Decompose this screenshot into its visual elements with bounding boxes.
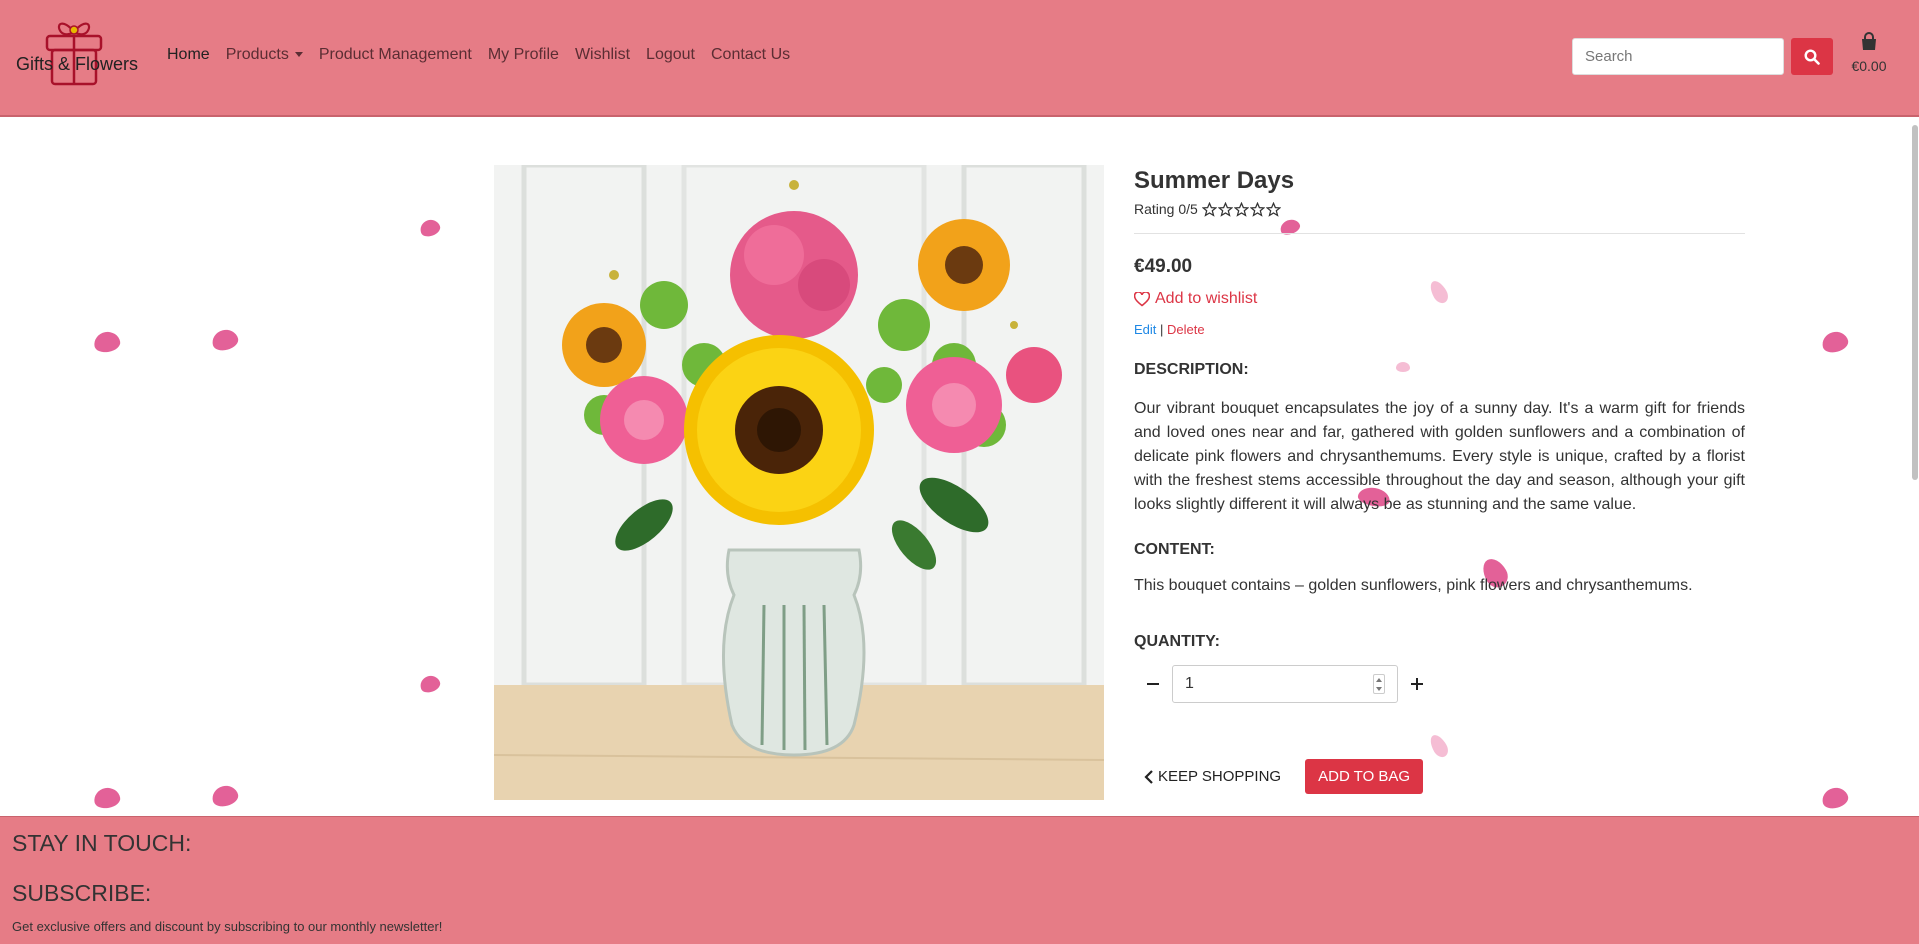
caret-down-icon: [294, 52, 303, 58]
quantity-input[interactable]: 1: [1172, 665, 1398, 703]
rating-label: Rating 0/5: [1134, 201, 1198, 217]
keep-shopping-button[interactable]: KEEP SHOPPING: [1134, 760, 1291, 793]
admin-separator: |: [1160, 322, 1164, 337]
product-rating: Rating 0/5: [1134, 201, 1745, 217]
heart-icon: [1134, 291, 1150, 307]
main-nav: Home Products Product Management My Prof…: [159, 46, 798, 64]
quantity-value: 1: [1185, 675, 1194, 692]
product-content: This bouquet contains – golden sunflower…: [1134, 577, 1693, 594]
logo[interactable]: Gifts & Flowers: [14, 14, 140, 89]
nav-my-profile[interactable]: My Profile: [480, 46, 567, 64]
petal-decoration: [92, 785, 122, 811]
product-image: [494, 165, 1104, 800]
search-input[interactable]: [1572, 38, 1784, 75]
minus-icon: [1147, 683, 1159, 685]
star-empty-icon: [1265, 201, 1281, 217]
newsletter-note: Get exclusive offers and discount by sub…: [12, 919, 443, 934]
nav-home[interactable]: Home: [159, 46, 218, 64]
petal-decoration: [209, 326, 241, 354]
chevron-left-icon: [1144, 769, 1153, 784]
search-button[interactable]: [1791, 38, 1833, 75]
bouquet-illustration: [494, 165, 1104, 800]
edit-link[interactable]: Edit: [1134, 322, 1156, 337]
bag-total: €0.00: [1851, 58, 1887, 74]
nav-products-dropdown[interactable]: Products: [218, 46, 311, 64]
petal-decoration: [417, 673, 443, 695]
star-empty-icon: [1201, 201, 1217, 217]
logo-text: Gifts & Flowers: [16, 54, 139, 74]
star-empty-icon: [1233, 201, 1249, 217]
description-heading: DESCRIPTION:: [1134, 361, 1249, 378]
delete-link[interactable]: Delete: [1167, 322, 1205, 337]
gift-icon: [45, 22, 103, 86]
nav-product-management[interactable]: Product Management: [311, 46, 480, 64]
add-to-wishlist-link[interactable]: Add to wishlist: [1134, 290, 1745, 308]
petal-decoration: [209, 782, 241, 810]
plus-icon: [1411, 678, 1423, 690]
product-description: Our vibrant bouquet encapsulates the joy…: [1134, 400, 1745, 513]
star-empty-icon: [1217, 201, 1233, 217]
nav-wishlist[interactable]: Wishlist: [567, 46, 638, 64]
subscribe-heading: SUBSCRIBE:: [12, 880, 152, 906]
admin-actions: Edit | Delete: [1134, 322, 1745, 337]
stay-in-touch-heading: STAY IN TOUCH:: [12, 830, 192, 856]
product-title: Summer Days: [1134, 167, 1295, 194]
product-details: Summer Days Rating 0/5 €49.00 Add to wis…: [1134, 165, 1745, 794]
petal-decoration: [1819, 328, 1851, 356]
quantity-stepper: 1: [1134, 665, 1745, 703]
navbar: Gifts & Flowers Home Products Product Ma…: [0, 0, 1919, 117]
rating-stars: [1201, 201, 1281, 217]
divider: [1134, 233, 1745, 234]
spinner-arrows-icon[interactable]: [1373, 674, 1385, 694]
footer: STAY IN TOUCH: SUBSCRIBE: Get exclusive …: [0, 816, 1919, 944]
nav-logout[interactable]: Logout: [638, 46, 703, 64]
quantity-heading: QUANTITY:: [1134, 633, 1220, 650]
keep-shopping-label: KEEP SHOPPING: [1158, 768, 1282, 785]
add-to-bag-button[interactable]: ADD TO BAG: [1305, 759, 1424, 794]
scrollbar[interactable]: [1912, 125, 1918, 480]
nav-contact-us[interactable]: Contact Us: [703, 46, 798, 64]
decrement-button[interactable]: [1134, 665, 1172, 703]
shopping-bag[interactable]: €0.00: [1848, 32, 1890, 74]
increment-button[interactable]: [1398, 665, 1436, 703]
wishlist-label: Add to wishlist: [1155, 290, 1258, 307]
petal-decoration: [417, 217, 443, 239]
petal-decoration: [92, 329, 122, 355]
product-price: €49.00: [1134, 256, 1193, 277]
nav-products-label: Products: [225, 46, 289, 63]
star-empty-icon: [1249, 201, 1265, 217]
petal-decoration: [1819, 784, 1851, 812]
search-icon: [1804, 48, 1820, 65]
content-heading: CONTENT:: [1134, 541, 1215, 558]
product-actions: KEEP SHOPPING ADD TO BAG: [1134, 759, 1745, 794]
shopping-bag-icon: [1862, 32, 1876, 50]
